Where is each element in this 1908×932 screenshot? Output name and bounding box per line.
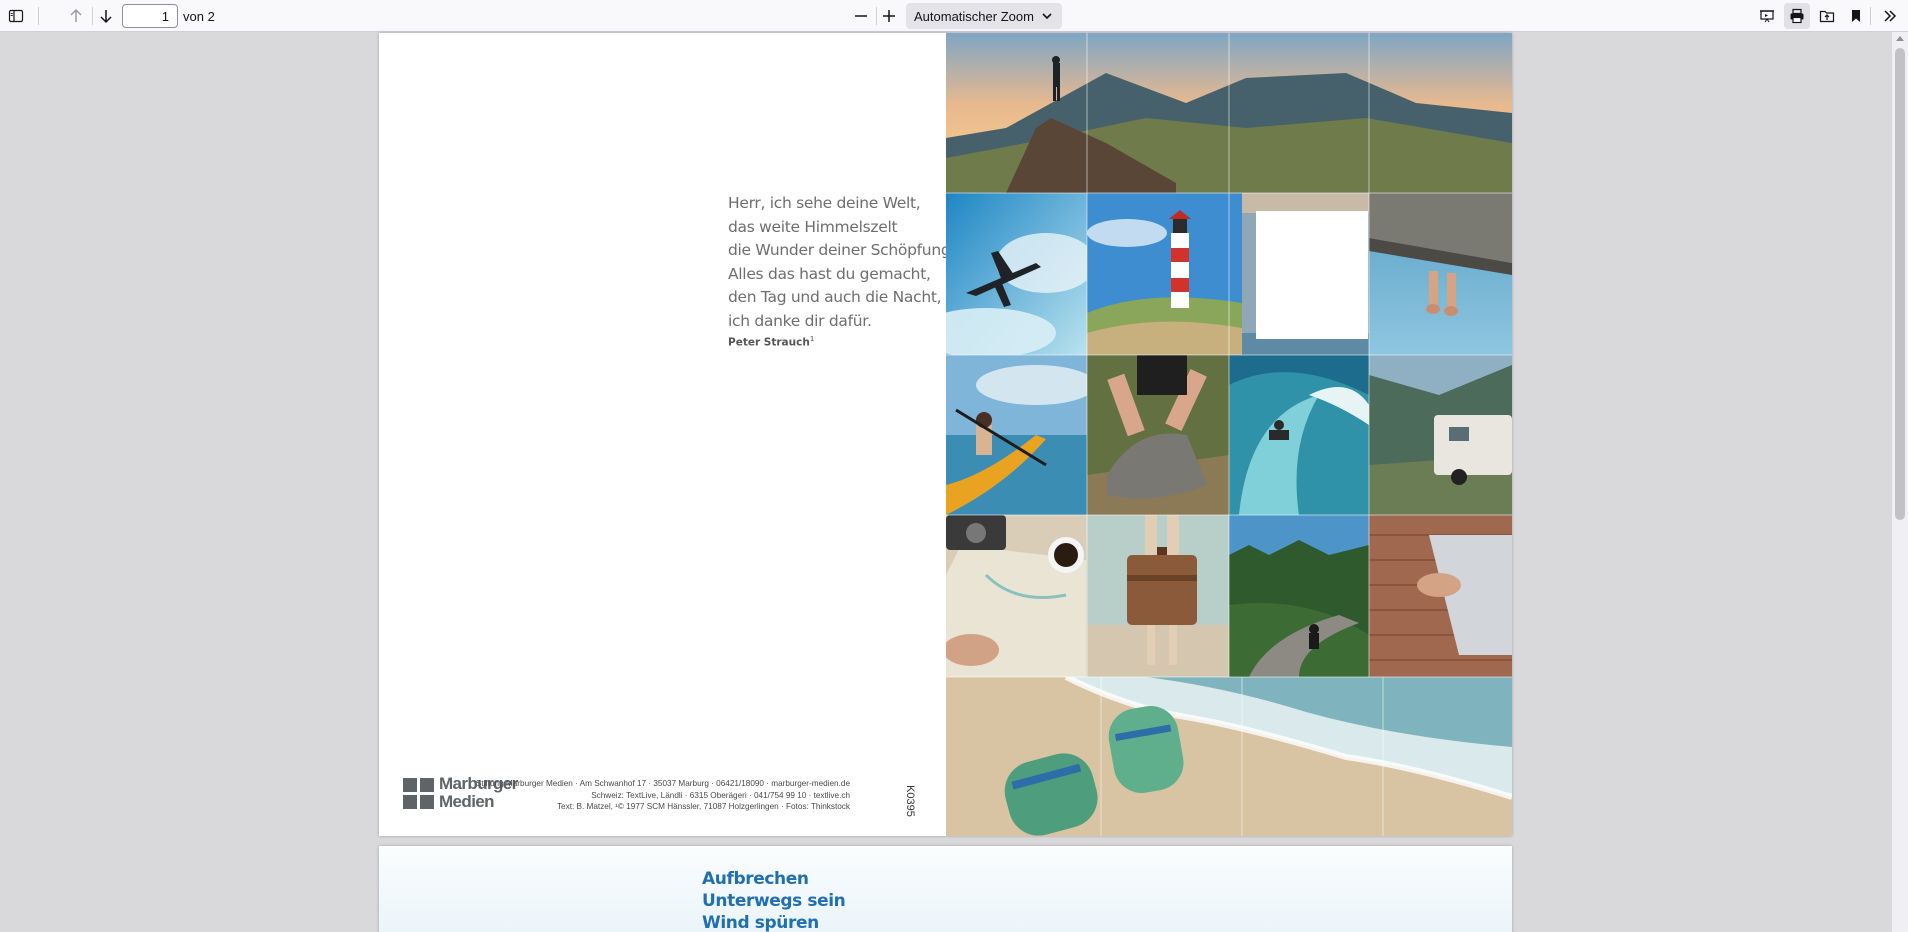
photo-person-on-deck [1369,515,1512,677]
toolbar-separator [1870,7,1871,25]
imprint-line: Stiftung Marburger Medien · Am Schwanhof… [475,779,850,788]
photo-blank-frame [1242,193,1369,355]
photo-motorcycle-road [1229,515,1369,677]
photo-suitcase-legs [1087,515,1229,677]
chevron-down-icon [1042,13,1052,20]
open-folder-icon [1819,10,1835,23]
minus-icon [855,15,867,17]
print-icon [1790,8,1804,24]
sidebar-toggle-icon [8,9,24,23]
product-code: K0395 [904,781,922,821]
imprint-line: Schweiz: TextLive, Ländli · 6315 Oberäge… [591,790,850,800]
page-number-input[interactable] [122,4,178,28]
poem-line: Alles das hast du gemacht, [728,264,931,283]
zoom-out-button[interactable] [848,3,874,29]
product-code-text: K0395 [903,785,916,817]
arrow-up-icon [70,8,82,22]
poem-line: Herr, ich sehe deine Welt, [728,194,921,212]
pdf-page-1: Herr, ich sehe deine Welt, das weite Him… [379,33,1512,836]
next-page-button[interactable] [93,3,119,29]
photo-flip-flops-beach [946,677,1512,836]
scrollbar-thumb[interactable] [1895,48,1905,520]
logo-square-icon [420,778,434,792]
photo-collage [946,33,1512,836]
poem-line: die Wunder deiner Schöpfung. [728,241,956,259]
photo-mountain-hiker [946,33,1512,193]
poem-author: Peter Strauch1 [728,335,814,349]
double-chevron-icon [1884,10,1897,22]
photo-lighthouse-dunes [1087,193,1242,355]
pdf-page-2: Aufbrechen Unterwegs sein Wind spüren [379,846,1512,932]
page2-line: Wind spüren [702,913,819,932]
presentation-mode-button[interactable] [1754,3,1780,29]
zoom-select[interactable]: Automatischer Zoom [906,3,1062,29]
bookmark-icon [1852,10,1860,22]
presentation-icon [1760,10,1774,23]
arrow-down-icon [100,10,112,24]
photo-surfer-wave [1229,355,1369,515]
imprint-text: Stiftung Marburger Medien · Am Schwanhof… [476,778,850,813]
poem-author-name: Peter Strauch [728,336,810,349]
bookmark-button[interactable] [1843,3,1869,29]
photo-camper-van [1369,355,1512,515]
logo-square-icon [420,795,434,809]
page2-line: Aufbrechen [702,869,809,889]
toolbar-separator [38,7,39,25]
zoom-in-button[interactable] [876,3,902,29]
photo-hiking-boot-laces [1087,355,1229,515]
previous-page-button[interactable] [63,3,89,29]
poem-line: ich danke dir dafür. [728,311,872,330]
page2-line: Unterwegs sein [702,891,846,911]
footnote-mark: 1 [809,335,815,343]
photo-kayak [946,355,1087,515]
plus-icon [883,10,895,22]
zoom-select-value: Automatischer Zoom [914,8,1034,24]
logo-square-icon [403,795,417,809]
photo-map-camera-coffee [946,515,1087,677]
pdf-toolbar: von 2 Automatischer Zoom [0,0,1908,32]
logo-square-icon [403,778,417,792]
scroll-up-arrow-icon[interactable] [1896,36,1904,41]
photo-feet-over-water [1369,193,1512,355]
page-count-label: von 2 [183,9,215,24]
poem-line: den Tag und auch die Nacht, [728,288,942,306]
more-tools-button[interactable] [1877,3,1903,29]
page2-heading: Aufbrechen Unterwegs sein Wind spüren [702,868,846,932]
poem-line: das weite Himmelszelt [728,217,898,236]
poem-text: Herr, ich sehe deine Welt, das weite Him… [728,192,955,333]
photo-airplane-sky [946,193,1087,355]
imprint-line: Text: B. Matzel, ¹© 1977 SCM Hänssler, 7… [556,802,850,811]
open-file-button[interactable] [1814,3,1840,29]
print-button[interactable] [1784,3,1810,29]
sidebar-toggle-button[interactable] [3,3,29,29]
